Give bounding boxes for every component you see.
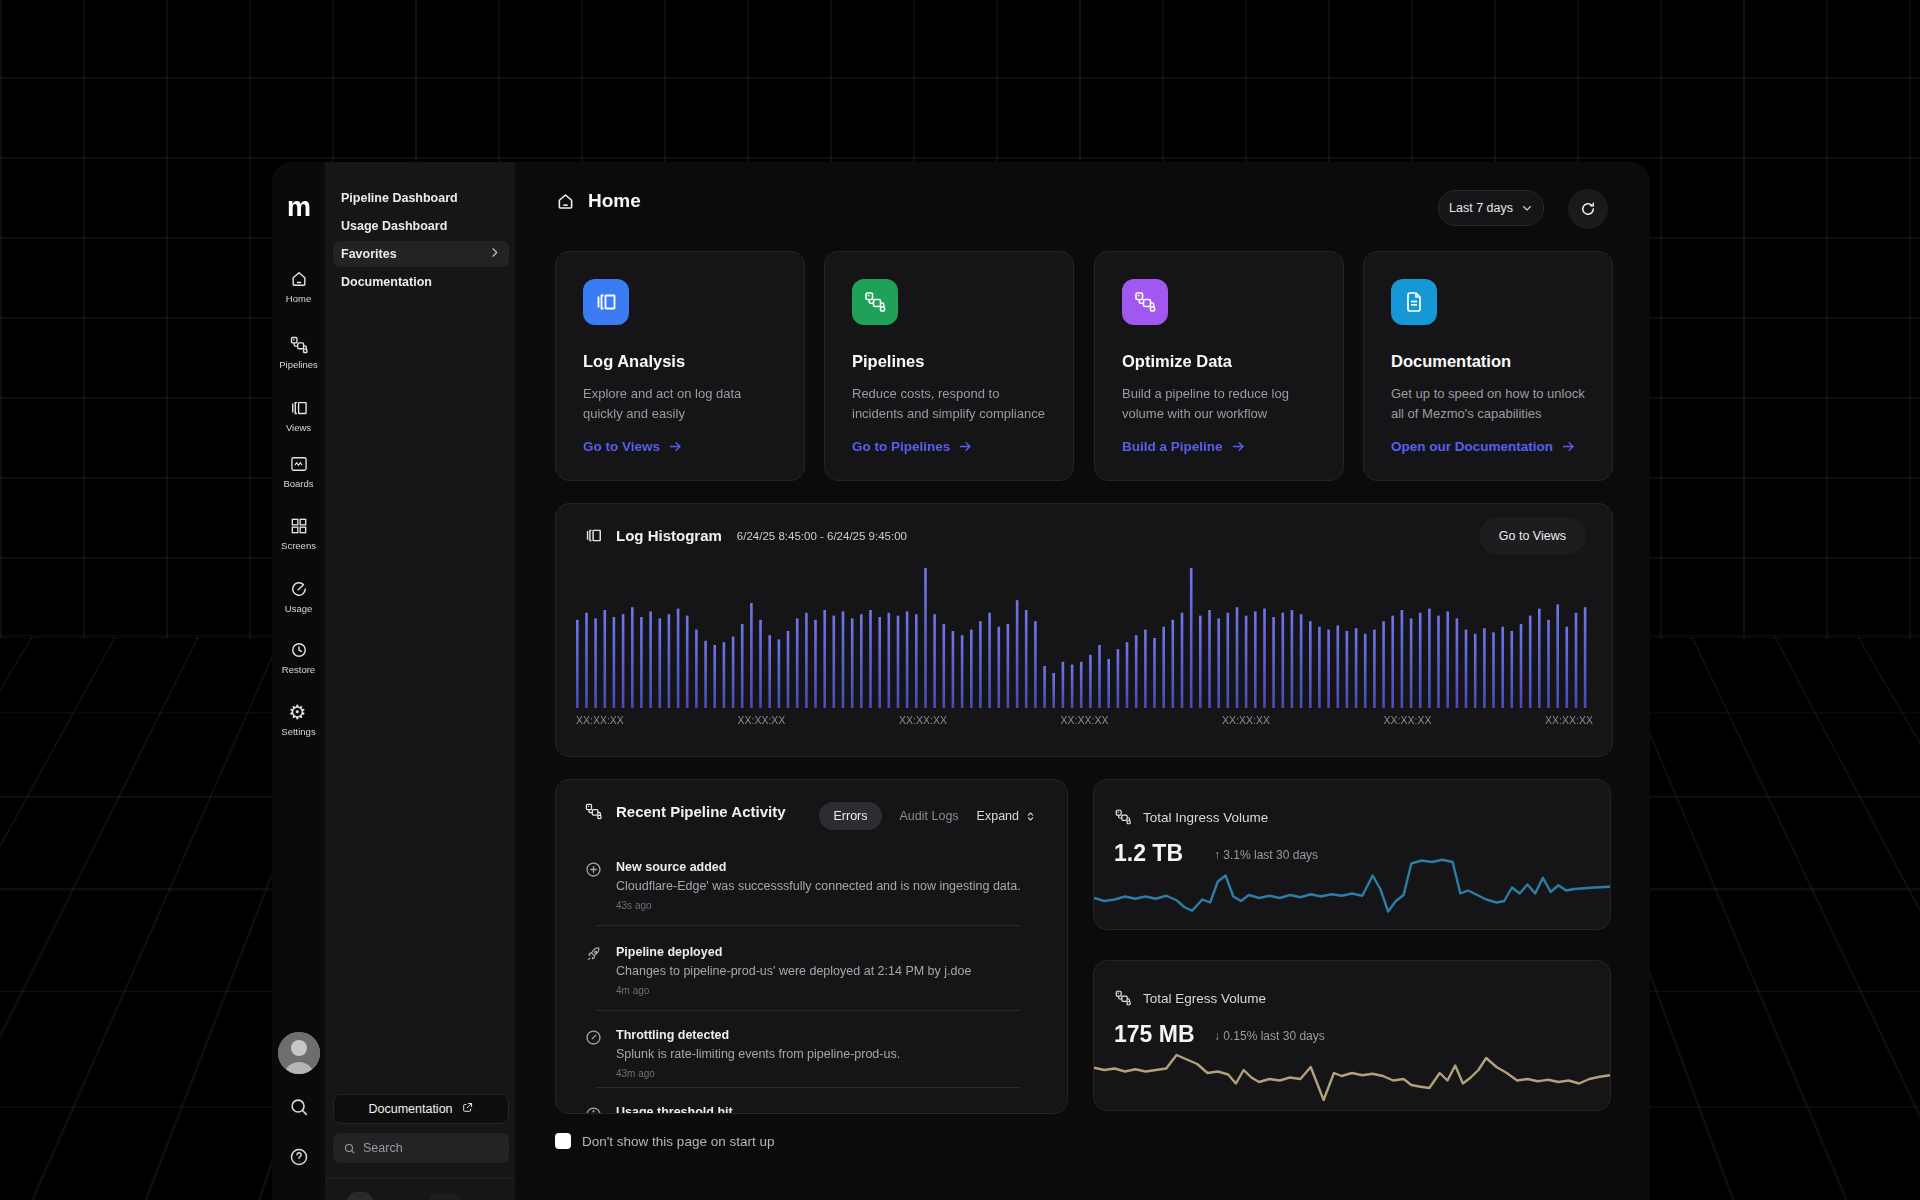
usage-icon	[289, 579, 309, 599]
open-our-documentation-link[interactable]: Open our Documentation	[1391, 439, 1576, 454]
pipelines-icon	[1114, 989, 1132, 1007]
document-icon	[1391, 279, 1437, 325]
views-icon	[289, 398, 309, 418]
date-range-dropdown[interactable]: Last 7 days	[1438, 190, 1544, 226]
menu-item-usage-dashboard[interactable]: Usage Dashboard	[333, 213, 509, 239]
views-icon	[584, 526, 603, 545]
startup-checkbox-row: Don't show this page on start up	[555, 1133, 774, 1149]
restore-icon	[289, 640, 309, 660]
plus-circle-icon	[584, 860, 603, 879]
activity-item[interactable]: Pipeline deployed Changes to pipeline-pr…	[584, 945, 1041, 996]
pipelines-icon	[289, 335, 309, 355]
expand-control[interactable]: Expand	[977, 809, 1037, 823]
ingress-header: Total Ingress Volume	[1114, 808, 1268, 826]
arrow-right-icon	[1561, 439, 1576, 454]
tab-audit-logs[interactable]: Audit Logs	[900, 809, 959, 823]
avatar[interactable]	[272, 1032, 325, 1074]
help-icon[interactable]	[272, 1146, 325, 1168]
activity-item[interactable]: New source added Cloudflare-Edge' was su…	[584, 860, 1041, 911]
pipelines-icon	[1114, 808, 1132, 826]
page-title: Home	[555, 190, 641, 212]
screen: m Home Pipelines Views Boards Screens	[0, 0, 1920, 1200]
rail-item-screens[interactable]: Screens	[272, 516, 325, 551]
recent-pipeline-activity-panel: Recent Pipeline Activity Errors Audit Lo…	[555, 779, 1068, 1114]
pipelines-icon	[852, 279, 898, 325]
rail-item-views[interactable]: Views	[272, 398, 325, 433]
arrow-right-icon	[958, 439, 973, 454]
boards-icon	[289, 454, 309, 474]
chevron-right-icon	[488, 246, 501, 262]
go-to-views-button[interactable]: Go to Views	[1479, 518, 1586, 554]
home-icon	[555, 191, 576, 212]
menu-item-favorites[interactable]: Favorites	[333, 241, 509, 267]
card-log-analysis: Log Analysis Explore and act on log data…	[555, 251, 805, 481]
views-icon	[583, 279, 629, 325]
home-icon	[289, 269, 309, 289]
pipelines-icon	[584, 802, 603, 821]
rail-item-restore[interactable]: Restore	[272, 640, 325, 675]
documentation-button[interactable]: Documentation	[333, 1094, 509, 1124]
search-input[interactable]: Search	[333, 1133, 509, 1163]
search-icon[interactable]	[272, 1096, 325, 1118]
card-optimize-data: Optimize Data Build a pipeline to reduce…	[1094, 251, 1344, 481]
x-axis-labels: XX:XX:XXXX:XX:XXXX:XX:XXXX:XX:XXXX:XX:XX…	[576, 714, 1593, 726]
go-to-pipelines-link[interactable]: Go to Pipelines	[852, 439, 973, 454]
egress-line-chart	[1094, 1034, 1610, 1109]
ingress-line-chart	[1094, 853, 1610, 928]
mezmo-logo: m	[272, 192, 325, 223]
gauge-icon	[584, 1028, 603, 1047]
chevron-down-icon	[1521, 202, 1533, 214]
info-circle-icon	[584, 1105, 603, 1114]
main-content: Home Last 7 days Log Analysis Explore an…	[515, 162, 1650, 1200]
rail-item-home[interactable]: Home	[272, 269, 325, 304]
menu-panel: Pipeline Dashboard Usage Dashboard Favor…	[325, 162, 515, 1200]
log-histogram-panel: Log Histogram 6/24/25 8:45:00 - 6/24/25 …	[555, 503, 1613, 757]
menu-partial-box	[430, 1194, 460, 1200]
rocket-icon	[584, 945, 603, 964]
menu-item-documentation[interactable]: Documentation	[333, 269, 509, 295]
rail-item-usage[interactable]: Usage	[272, 579, 325, 614]
total-egress-volume-card: Total Egress Volume 175 MB ↓ 0.15% last …	[1093, 960, 1611, 1111]
rail-item-boards[interactable]: Boards	[272, 454, 325, 489]
arrow-right-icon	[1231, 439, 1246, 454]
gear-icon: ⚙	[289, 702, 309, 722]
arrow-right-icon	[668, 439, 683, 454]
activity-header: Recent Pipeline Activity	[584, 802, 786, 821]
icon-rail: m Home Pipelines Views Boards Screens	[272, 162, 325, 1200]
menu-divider	[325, 1178, 515, 1179]
activity-item[interactable]: Usage threshold hit	[584, 1105, 1041, 1114]
card-pipelines: Pipelines Reduce costs, respond to incid…	[824, 251, 1074, 481]
screens-icon	[289, 516, 309, 536]
activity-item[interactable]: Throttling detected Splunk is rate-limit…	[584, 1028, 1041, 1079]
dont-show-checkbox[interactable]	[555, 1133, 571, 1149]
menu-partial-pill	[347, 1192, 373, 1200]
card-documentation: Documentation Get up to speed on how to …	[1363, 251, 1613, 481]
build-a-pipeline-link[interactable]: Build a Pipeline	[1122, 439, 1246, 454]
refresh-icon	[1579, 200, 1597, 218]
refresh-button[interactable]	[1568, 189, 1608, 229]
rail-item-settings[interactable]: ⚙ Settings	[272, 702, 325, 737]
go-to-views-link[interactable]: Go to Views	[583, 439, 683, 454]
tab-errors[interactable]: Errors	[819, 802, 881, 830]
log-histogram-header: Log Histogram 6/24/25 8:45:00 - 6/24/25 …	[584, 526, 907, 545]
unfold-icon	[1024, 810, 1037, 823]
menu-item-pipeline-dashboard[interactable]: Pipeline Dashboard	[333, 185, 509, 211]
rail-item-pipelines[interactable]: Pipelines	[272, 335, 325, 370]
pipelines-icon	[1122, 279, 1168, 325]
log-histogram-chart	[576, 568, 1593, 708]
external-link-icon	[461, 1101, 474, 1117]
egress-header: Total Egress Volume	[1114, 989, 1266, 1007]
total-ingress-volume-card: Total Ingress Volume 1.2 TB ↑ 3.1% last …	[1093, 779, 1611, 930]
app-window: m Home Pipelines Views Boards Screens	[272, 162, 1650, 1200]
